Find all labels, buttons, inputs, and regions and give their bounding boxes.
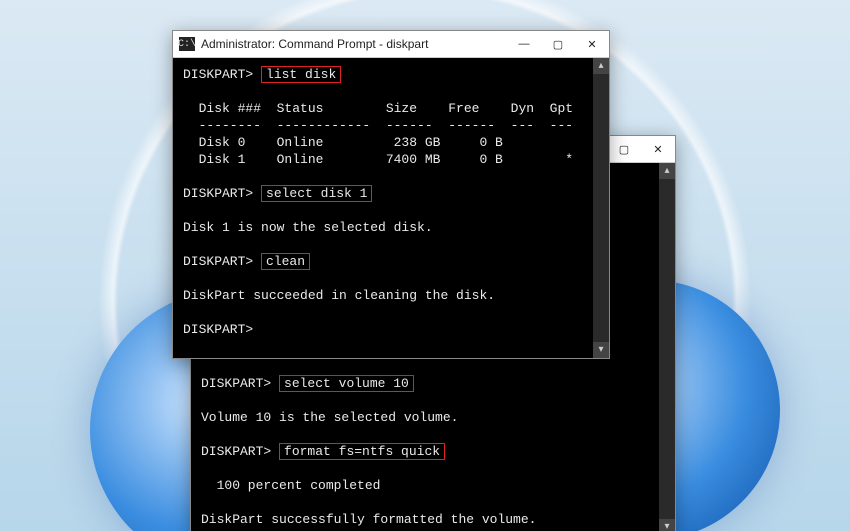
- prompt: DISKPART>: [183, 254, 253, 269]
- cmd-format: format fs=ntfs quick: [279, 443, 445, 460]
- msg-disk-selected: Disk 1 is now the selected disk.: [183, 220, 433, 235]
- prompt: DISKPART>: [183, 186, 253, 201]
- close-button[interactable]: ✕: [641, 136, 675, 162]
- scrollbar-vertical[interactable]: ▴ ▾: [593, 58, 609, 358]
- terminal-output[interactable]: DISKPART> list disk Disk ### Status Size…: [173, 58, 609, 358]
- minimize-button[interactable]: —: [507, 31, 541, 57]
- msg-progress: 100 percent completed: [201, 478, 380, 493]
- cmd-clean: clean: [261, 253, 310, 270]
- window-title: Administrator: Command Prompt - diskpart: [201, 37, 428, 51]
- prompt: DISKPART>: [201, 376, 271, 391]
- scroll-down-icon[interactable]: ▾: [659, 519, 675, 531]
- table-divider: -------- ------------ ------ ------ --- …: [183, 118, 573, 133]
- cmd-icon: C:\: [179, 37, 195, 51]
- prompt: DISKPART>: [183, 322, 253, 337]
- msg-format-ok: DiskPart successfully formatted the volu…: [201, 512, 536, 527]
- cmd-select-volume: select volume 10: [279, 375, 414, 392]
- titlebar[interactable]: C:\ Administrator: Command Prompt - disk…: [173, 31, 609, 58]
- msg-volume-selected: Volume 10 is the selected volume.: [201, 410, 458, 425]
- scroll-up-icon[interactable]: ▴: [659, 163, 675, 179]
- scroll-up-icon[interactable]: ▴: [593, 58, 609, 74]
- table-row: Disk 1 Online 7400 MB 0 B *: [183, 152, 573, 167]
- msg-clean-ok: DiskPart succeeded in cleaning the disk.: [183, 288, 495, 303]
- maximize-button[interactable]: ▢: [541, 31, 575, 57]
- cmd-window-front[interactable]: C:\ Administrator: Command Prompt - disk…: [172, 30, 610, 359]
- scrollbar-vertical[interactable]: ▴ ▾: [659, 163, 675, 531]
- desktop: C:\ Administrator: Command Prompt - disk…: [0, 0, 850, 531]
- scroll-down-icon[interactable]: ▾: [593, 342, 609, 358]
- prompt: DISKPART>: [201, 444, 271, 459]
- cmd-select-disk: select disk 1: [261, 185, 372, 202]
- cmd-list-disk: list disk: [261, 66, 341, 83]
- table-row: Disk 0 Online 238 GB 0 B: [183, 135, 503, 150]
- table-header: Disk ### Status Size Free Dyn Gpt: [183, 101, 573, 116]
- maximize-button[interactable]: ▢: [607, 136, 641, 162]
- close-button[interactable]: ✕: [575, 31, 609, 57]
- prompt: DISKPART>: [183, 67, 253, 82]
